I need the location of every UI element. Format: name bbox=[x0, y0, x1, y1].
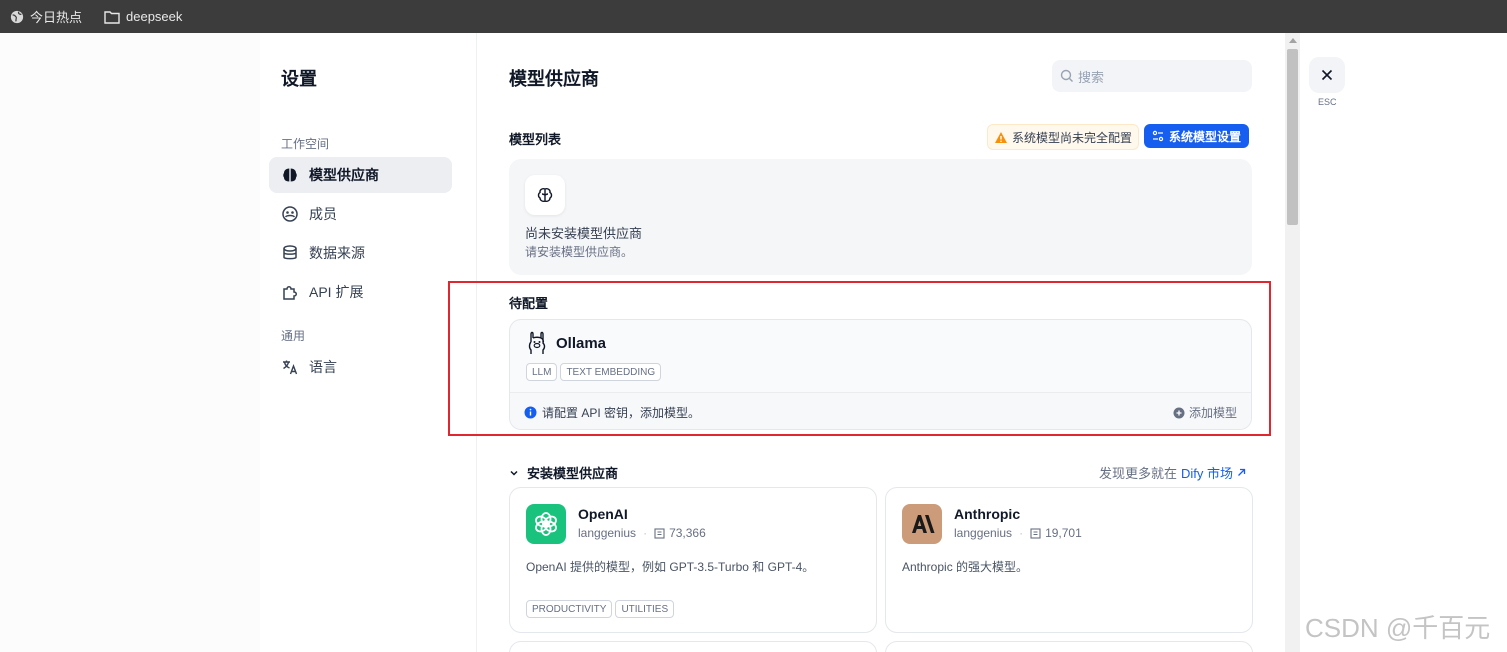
anthropic-logo-icon bbox=[902, 504, 942, 544]
globe-icon bbox=[10, 10, 24, 23]
system-model-settings-button[interactable]: 系统模型设置 bbox=[1144, 124, 1250, 148]
bookmark-hot-news[interactable]: 今日热点 bbox=[10, 7, 82, 26]
search-placeholder: 搜索 bbox=[1078, 69, 1105, 85]
bookmark-deepseek[interactable]: deepseek bbox=[104, 9, 182, 24]
info-icon bbox=[524, 406, 537, 419]
page-backdrop bbox=[0, 33, 260, 652]
pending-config-label: 待配置 bbox=[509, 296, 549, 311]
sidebar-item-label: 模型供应商 bbox=[309, 167, 379, 183]
provider-tags: LLM TEXT EMBEDDING bbox=[526, 363, 664, 381]
install-providers-label: 安装模型供应商 bbox=[527, 466, 619, 481]
separator-dot: · bbox=[643, 526, 648, 540]
brain-outline-icon bbox=[525, 175, 565, 215]
install-count: 19,701 bbox=[1045, 526, 1082, 540]
ollama-logo-icon bbox=[528, 331, 546, 354]
provider-card-next-left[interactable] bbox=[509, 641, 877, 652]
system-model-settings-label: 系统模型设置 bbox=[1169, 129, 1242, 144]
sidebar-item-label: API 扩展 bbox=[309, 284, 364, 300]
esc-hint: ESC bbox=[1318, 97, 1337, 107]
provider-name: OpenAI bbox=[578, 506, 628, 522]
members-icon bbox=[281, 205, 299, 223]
sidebar-item-model-provider[interactable]: 模型供应商 bbox=[269, 157, 452, 193]
workspace-group-label: 工作空间 bbox=[281, 137, 330, 151]
bookmark-label: deepseek bbox=[126, 9, 183, 24]
scroll-up-arrow[interactable] bbox=[1289, 38, 1297, 43]
folder-icon bbox=[104, 10, 120, 24]
install-count: 73,366 bbox=[669, 526, 706, 540]
install-count-icon bbox=[1030, 527, 1041, 539]
provider-name: Anthropic bbox=[954, 506, 1021, 522]
openai-logo-icon bbox=[526, 504, 566, 544]
provider-meta: langgenius · 73,366 bbox=[578, 526, 706, 540]
tag-text-embedding: TEXT EMBEDDING bbox=[560, 363, 662, 381]
sidebar-item-language[interactable]: 语言 bbox=[269, 349, 452, 385]
sidebar-item-label: 语言 bbox=[309, 359, 337, 375]
close-icon bbox=[1321, 69, 1333, 81]
market-prefix: 发现更多就在 bbox=[1099, 466, 1178, 481]
external-arrow-icon bbox=[1238, 468, 1246, 476]
search-input[interactable]: 搜索 bbox=[1052, 60, 1252, 92]
empty-title: 尚未安装模型供应商 bbox=[525, 226, 643, 241]
empty-provider-state: 尚未安装模型供应商 请安装模型供应商。 bbox=[509, 159, 1252, 275]
bookmarks-bar: 今日热点 deepseek bbox=[0, 0, 1507, 33]
brain-icon bbox=[281, 166, 299, 184]
provider-card-next-right[interactable] bbox=[885, 641, 1253, 652]
model-list-label: 模型列表 bbox=[509, 132, 562, 147]
sidebar-item-label: 数据来源 bbox=[309, 245, 365, 261]
tag-productivity: PRODUCTIVITY bbox=[526, 600, 613, 618]
settings-title: 设置 bbox=[281, 69, 317, 89]
tag-llm: LLM bbox=[526, 363, 558, 381]
plus-circle-icon bbox=[1173, 407, 1185, 418]
page-title: 模型供应商 bbox=[509, 69, 599, 89]
dify-market-link[interactable]: 发现更多就在 Dify 市场 bbox=[1099, 463, 1247, 482]
chevron-down-icon bbox=[510, 470, 518, 476]
empty-subtitle: 请安装模型供应商。 bbox=[525, 245, 634, 259]
separator-dot: · bbox=[1019, 526, 1024, 540]
market-link-text: Dify 市场 bbox=[1181, 466, 1234, 481]
model-provider-panel: 模型供应商 搜索 模型列表 系统模型尚未完全配置 系统模型设置 尚未安装模型供应… bbox=[477, 33, 1285, 652]
settings-sliders-icon bbox=[1152, 130, 1164, 142]
add-model-label: 添加模型 bbox=[1188, 406, 1237, 420]
provider-tags: PRODUCTIVITY UTILITIES bbox=[526, 600, 677, 618]
search-icon bbox=[1060, 69, 1073, 82]
install-providers-toggle[interactable]: 安装模型供应商 bbox=[509, 463, 618, 482]
puzzle-icon bbox=[281, 283, 299, 301]
close-button[interactable] bbox=[1309, 57, 1345, 93]
translate-icon bbox=[281, 358, 299, 376]
provider-card-anthropic[interactable]: Anthropic langgenius · 19,701 Anthropic … bbox=[885, 487, 1253, 633]
add-model-button[interactable]: 添加模型 bbox=[1173, 404, 1237, 421]
provider-card-ollama[interactable]: Ollama LLM TEXT EMBEDDING 请配置 API 密钥，添加模… bbox=[509, 319, 1252, 430]
tag-utilities: UTILITIES bbox=[615, 600, 675, 618]
sidebar-item-members[interactable]: 成员 bbox=[269, 196, 452, 232]
general-group-label: 通用 bbox=[281, 329, 306, 343]
sidebar-item-data-source[interactable]: 数据来源 bbox=[269, 235, 452, 271]
provider-description: OpenAI 提供的模型，例如 GPT-3.5-Turbo 和 GPT-4。 bbox=[526, 560, 815, 574]
provider-name: Ollama bbox=[556, 334, 607, 352]
config-hint: 请配置 API 密钥，添加模型。 bbox=[524, 404, 700, 421]
sidebar-item-api-extension[interactable]: API 扩展 bbox=[269, 274, 452, 310]
warning-icon bbox=[995, 131, 1007, 143]
provider-card-footer: 请配置 API 密钥，添加模型。 添加模型 bbox=[510, 392, 1251, 429]
provider-author: langgenius bbox=[578, 526, 637, 540]
database-icon bbox=[281, 244, 299, 262]
watermark: CSDN @千百元 bbox=[1305, 613, 1491, 643]
provider-meta: langgenius · 19,701 bbox=[954, 526, 1082, 540]
system-model-warning: 系统模型尚未完全配置 bbox=[987, 124, 1140, 150]
sidebar-item-label: 成员 bbox=[309, 206, 337, 222]
settings-sidebar: 设置 工作空间 模型供应商 成员 数据来源 API 扩展 通用 语言 bbox=[260, 33, 477, 652]
scrollbar-thumb[interactable] bbox=[1287, 49, 1298, 225]
config-hint-text: 请配置 API 密钥，添加模型。 bbox=[542, 406, 701, 420]
provider-description: Anthropic 的强大模型。 bbox=[902, 560, 1029, 574]
bookmark-label: 今日热点 bbox=[30, 10, 83, 25]
warning-text: 系统模型尚未完全配置 bbox=[1012, 130, 1133, 145]
install-count-icon bbox=[654, 527, 665, 539]
provider-card-openai[interactable]: OpenAI langgenius · 73,366 OpenAI 提供的模型，… bbox=[509, 487, 877, 633]
provider-author: langgenius bbox=[954, 526, 1013, 540]
